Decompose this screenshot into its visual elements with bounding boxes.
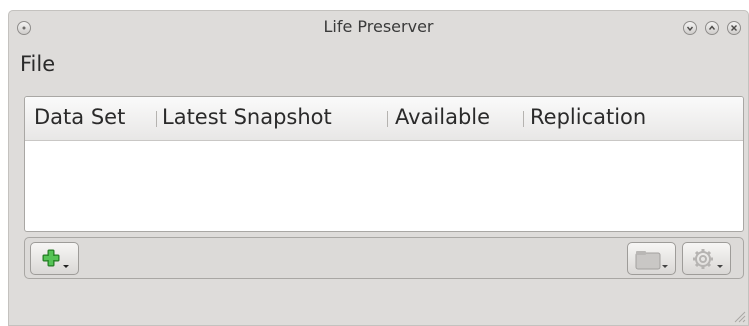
green-plus-icon	[42, 249, 69, 268]
close-icon	[731, 25, 737, 31]
table-body[interactable]	[25, 141, 743, 231]
close-button[interactable]	[727, 21, 741, 35]
app-window: Life Preserver File Data Set Latest Snap…	[8, 10, 749, 326]
column-header-latest-snapshot[interactable]: Latest Snapshot	[162, 105, 332, 129]
column-header-available[interactable]: Available	[395, 105, 490, 129]
chevron-down-icon	[686, 26, 694, 32]
datasets-table[interactable]: Data Set Latest Snapshot Available Repli…	[24, 96, 744, 232]
folder-icon	[635, 251, 668, 270]
resize-grip-icon[interactable]	[732, 309, 746, 323]
settings-button[interactable]	[682, 242, 731, 275]
maximize-button[interactable]	[705, 21, 719, 35]
column-divider[interactable]	[387, 111, 388, 127]
column-header-data-set[interactable]: Data Set	[34, 105, 125, 129]
gear-icon	[693, 249, 723, 269]
chevron-up-icon	[708, 25, 716, 30]
column-header-replication[interactable]: Replication	[530, 105, 646, 129]
minimize-button[interactable]	[683, 21, 697, 35]
menu-file[interactable]: File	[20, 52, 55, 76]
column-divider[interactable]	[156, 111, 157, 127]
column-divider[interactable]	[523, 111, 524, 127]
bottom-toolbar	[24, 237, 744, 279]
title-bar[interactable]: Life Preserver	[8, 10, 749, 44]
folder-button[interactable]	[627, 242, 676, 275]
window-title: Life Preserver	[323, 17, 434, 36]
add-button[interactable]	[30, 242, 79, 275]
menu-bar: File	[8, 50, 749, 80]
table-header: Data Set Latest Snapshot Available Repli…	[25, 97, 743, 141]
